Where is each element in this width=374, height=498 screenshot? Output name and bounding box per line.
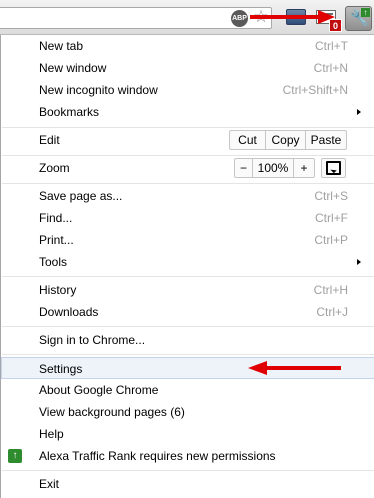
shortcut-label: Ctrl+N [313, 61, 348, 75]
copy-button[interactable]: Copy [266, 131, 306, 149]
menu-item-label: Settings [39, 362, 83, 376]
menu-item-alexa-permissions[interactable]: ↑ Alexa Traffic Rank requires new permis… [1, 445, 374, 467]
menu-separator [2, 276, 374, 277]
menu-item-label: History [39, 283, 77, 297]
menu-item-label: Find... [39, 211, 73, 225]
menu-item-tools[interactable]: Tools [1, 251, 374, 273]
edit-button-group: Cut Copy Paste [229, 130, 347, 150]
shortcut-label: Ctrl+Shift+N [282, 83, 348, 97]
wrench-menu-button[interactable]: 🔧 ↑ [345, 6, 372, 31]
menu-item-zoom: Zoom [1, 157, 374, 179]
menu-item-find[interactable]: Find... Ctrl+F [1, 207, 374, 229]
menu-item-downloads[interactable]: Downloads Ctrl+J [1, 301, 374, 323]
menu-item-label: New window [39, 61, 107, 75]
fullscreen-icon [326, 161, 341, 175]
menu-item-sign-in[interactable]: Sign in to Chrome... [1, 329, 374, 351]
menu-item-bookmarks[interactable]: Bookmarks [1, 101, 374, 123]
menu-item-label: New tab [39, 39, 84, 53]
fullscreen-button[interactable] [321, 158, 346, 178]
update-available-icon: ↑ [361, 8, 370, 17]
browser-toolbar: ABP ☆ 0 🔧 ↑ [0, 0, 374, 35]
menu-item-exit[interactable]: Exit [1, 473, 374, 495]
zoom-in-button[interactable]: + [294, 159, 314, 177]
menu-item-label: Tools [39, 255, 68, 269]
shortcut-label: Ctrl+H [313, 283, 348, 297]
annotation-arrow-icon [250, 10, 335, 24]
menu-item-new-window[interactable]: New window Ctrl+N [1, 57, 374, 79]
menu-item-about-google-chrome[interactable]: About Google Chrome [1, 379, 374, 401]
menu-item-label: Print... [39, 233, 74, 247]
menu-item-label: Help [39, 427, 64, 441]
menu-item-view-background-pages[interactable]: View background pages (6) [1, 401, 374, 423]
menu-separator [2, 183, 374, 184]
menu-item-label: Save page as... [39, 189, 123, 203]
menu-item-help[interactable]: Help [1, 423, 374, 445]
menu-item-label: Zoom [39, 161, 70, 175]
submenu-arrow-icon [357, 109, 361, 115]
shortcut-label: Ctrl+F [315, 211, 348, 225]
menu-item-new-tab[interactable]: New tab Ctrl+T [1, 35, 374, 57]
menu-item-label: Sign in to Chrome... [39, 333, 146, 347]
menu-separator [2, 127, 374, 128]
menu-separator [2, 354, 374, 355]
submenu-arrow-icon [357, 259, 361, 265]
zoom-out-button[interactable]: − [235, 159, 253, 177]
zoom-level: 100% [253, 159, 294, 177]
zoom-control-group: − 100% + [234, 158, 315, 178]
menu-item-label: Edit [39, 133, 60, 147]
shortcut-label: Ctrl+T [315, 39, 348, 53]
menu-separator [2, 326, 374, 327]
menu-item-save-page-as[interactable]: Save page as... Ctrl+S [1, 185, 374, 207]
annotation-arrow-icon [248, 361, 341, 375]
menu-item-label: New incognito window [39, 83, 158, 97]
menu-item-label: About Google Chrome [39, 383, 159, 397]
extension-update-icon: ↑ [8, 449, 22, 463]
cut-button[interactable]: Cut [230, 131, 266, 149]
menu-item-label: View background pages (6) [39, 405, 185, 419]
menu-item-label: Exit [39, 477, 60, 491]
menu-item-history[interactable]: History Ctrl+H [1, 279, 374, 301]
shortcut-label: Ctrl+P [314, 233, 348, 247]
paste-button[interactable]: Paste [306, 131, 346, 149]
menu-item-new-incognito-window[interactable]: New incognito window Ctrl+Shift+N [1, 79, 374, 101]
menu-separator [2, 470, 374, 471]
menu-item-print[interactable]: Print... Ctrl+P [1, 229, 374, 251]
menu-item-label: Bookmarks [39, 105, 100, 119]
menu-item-label: Alexa Traffic Rank requires new permissi… [39, 449, 276, 463]
menu-separator [2, 155, 374, 156]
shortcut-label: Ctrl+S [314, 189, 348, 203]
menu-item-label: Downloads [39, 305, 99, 319]
shortcut-label: Ctrl+J [316, 305, 348, 319]
wrench-menu: New tab Ctrl+T New window Ctrl+N New inc… [0, 35, 374, 498]
